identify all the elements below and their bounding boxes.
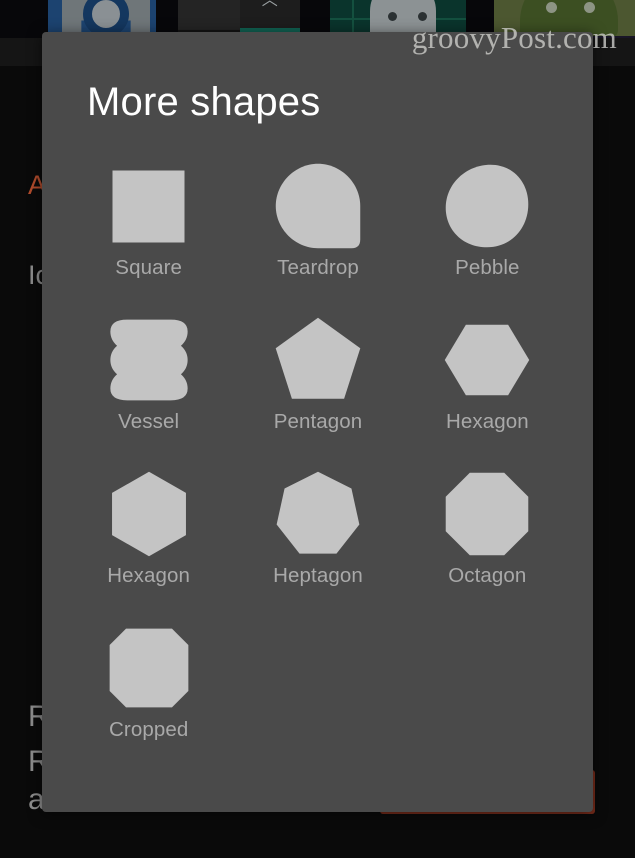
shape-label: Pebble bbox=[455, 256, 520, 279]
shape-label: Hexagon bbox=[445, 410, 529, 433]
octagon-shape-icon bbox=[441, 468, 533, 560]
shape-label: Octagon bbox=[448, 564, 527, 587]
cropped-square-shape-icon bbox=[103, 622, 195, 714]
screen: ︿ A Ic R R More shapes Square Teardrop P… bbox=[0, 0, 635, 858]
shape-option-teardrop[interactable]: Teardrop bbox=[233, 160, 402, 292]
shape-option-hexagon-flat[interactable]: Hexagon bbox=[403, 314, 572, 446]
square-shape-icon bbox=[103, 160, 195, 252]
shape-option-pebble[interactable]: Pebble bbox=[403, 160, 572, 292]
more-shapes-dialog: More shapes Square Teardrop Pebble Vesse… bbox=[42, 32, 593, 812]
shape-option-square[interactable]: Square bbox=[64, 160, 233, 292]
heptagon-shape-icon bbox=[272, 468, 364, 560]
shape-option-heptagon[interactable]: Heptagon bbox=[233, 468, 402, 600]
shape-label: Pentagon bbox=[273, 410, 363, 433]
vessel-shape-icon bbox=[103, 314, 195, 406]
shape-label: Teardrop bbox=[277, 256, 359, 279]
shape-label: Heptagon bbox=[273, 564, 363, 587]
shape-option-pentagon[interactable]: Pentagon bbox=[233, 314, 402, 446]
pentagon-shape-icon bbox=[272, 314, 364, 406]
shape-option-cropped[interactable]: Cropped bbox=[64, 622, 233, 754]
shape-label: Hexagon bbox=[107, 564, 191, 587]
shape-label: Vessel bbox=[118, 410, 180, 433]
hexagon-flat-shape-icon bbox=[441, 314, 533, 406]
shape-grid: Square Teardrop Pebble Vessel Pentagon H… bbox=[64, 160, 572, 754]
hexagon-pointy-shape-icon bbox=[103, 468, 195, 560]
pebble-shape-icon bbox=[441, 160, 533, 252]
shape-option-vessel[interactable]: Vessel bbox=[64, 314, 233, 446]
watermark: groovyPost.com bbox=[411, 20, 617, 55]
shape-label: Square bbox=[115, 256, 183, 279]
shape-option-hexagon-pointy[interactable]: Hexagon bbox=[64, 468, 233, 600]
shape-option-octagon[interactable]: Octagon bbox=[403, 468, 572, 600]
teardrop-shape-icon bbox=[272, 160, 364, 252]
dialog-title: More shapes bbox=[87, 80, 321, 124]
shape-label: Cropped bbox=[108, 718, 189, 741]
